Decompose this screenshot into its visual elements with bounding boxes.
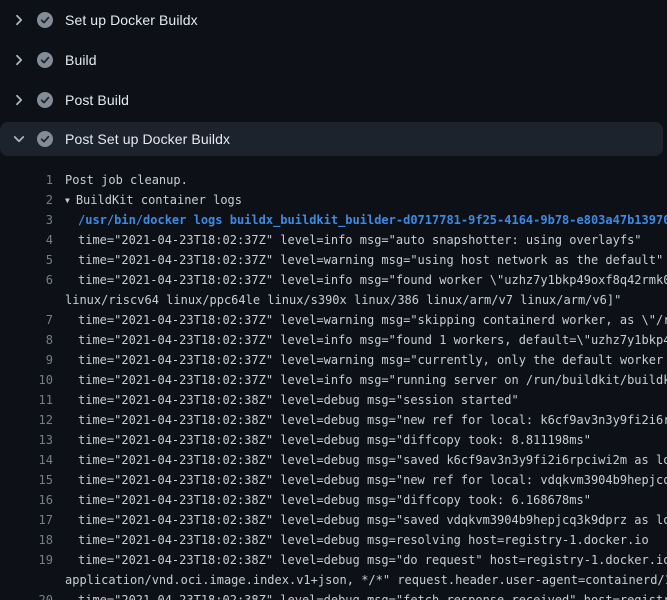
line-number[interactable]: 20 <box>0 590 53 600</box>
log-text: time="2021-04-23T18:02:38Z" level=debug … <box>53 390 519 410</box>
log-line: 12time="2021-04-23T18:02:38Z" level=debu… <box>0 410 667 430</box>
line-number[interactable]: 14 <box>0 450 53 470</box>
chevron-right-icon <box>11 52 27 68</box>
step-row-build[interactable]: Build <box>0 40 667 80</box>
log-line: 13time="2021-04-23T18:02:38Z" level=debu… <box>0 430 667 450</box>
step-label: Build <box>65 52 97 68</box>
log-text: time="2021-04-23T18:02:38Z" level=debug … <box>53 430 591 450</box>
step-row-post-build[interactable]: Post Build <box>0 80 667 120</box>
step-label: Set up Docker Buildx <box>65 12 198 28</box>
log-text: time="2021-04-23T18:02:37Z" level=warnin… <box>53 250 663 270</box>
log-group-toggle[interactable]: ▼BuildKit container logs <box>53 190 242 210</box>
log-text: time="2021-04-23T18:02:38Z" level=debug … <box>53 410 667 430</box>
line-number[interactable]: 11 <box>0 390 53 410</box>
log-line: 2▼BuildKit container logs <box>0 190 667 210</box>
line-number[interactable]: 8 <box>0 330 53 350</box>
log-text: time="2021-04-23T18:02:37Z" level=info m… <box>53 330 667 350</box>
log-line: 5time="2021-04-23T18:02:37Z" level=warni… <box>0 250 667 270</box>
log-text: time="2021-04-23T18:02:37Z" level=info m… <box>53 370 667 390</box>
log-line: 16time="2021-04-23T18:02:38Z" level=debu… <box>0 490 667 510</box>
log-area: 1Post job cleanup.2▼BuildKit container l… <box>0 156 667 600</box>
log-text: time="2021-04-23T18:02:37Z" level=info m… <box>53 270 667 290</box>
chevron-right-icon <box>11 12 27 28</box>
log-line: 15time="2021-04-23T18:02:38Z" level=debu… <box>0 470 667 490</box>
step-row-post-set-up-docker-buildx[interactable]: Post Set up Docker Buildx <box>0 122 663 156</box>
log-line: 19time="2021-04-23T18:02:38Z" level=debu… <box>0 550 667 570</box>
log-line: 6time="2021-04-23T18:02:37Z" level=info … <box>0 270 667 290</box>
step-label: Post Build <box>65 92 129 108</box>
line-number[interactable]: 12 <box>0 410 53 430</box>
log-text: time="2021-04-23T18:02:38Z" level=debug … <box>53 510 667 530</box>
line-number[interactable]: 3 <box>0 210 53 230</box>
log-command-text: /usr/bin/docker logs buildx_buildkit_bui… <box>53 210 667 230</box>
step-row-set-up-docker-buildx[interactable]: Set up Docker Buildx <box>0 0 667 40</box>
log-text: time="2021-04-23T18:02:37Z" level=warnin… <box>53 310 667 330</box>
log-text: time="2021-04-23T18:02:37Z" level=info m… <box>53 230 642 250</box>
chevron-right-icon <box>11 92 27 108</box>
log-text: time="2021-04-23T18:02:38Z" level=debug … <box>53 590 667 600</box>
check-circle-icon <box>37 131 53 147</box>
log-line: 7time="2021-04-23T18:02:37Z" level=warni… <box>0 310 667 330</box>
line-number <box>0 570 53 590</box>
line-number[interactable]: 17 <box>0 510 53 530</box>
step-label: Post Set up Docker Buildx <box>65 131 230 147</box>
check-circle-icon <box>37 92 53 108</box>
log-line: 20time="2021-04-23T18:02:38Z" level=debu… <box>0 590 667 600</box>
log-line: 1Post job cleanup. <box>0 170 667 190</box>
log-line: 3/usr/bin/docker logs buildx_buildkit_bu… <box>0 210 667 230</box>
steps-list: Set up Docker Buildx Build Post Build Po… <box>0 0 667 156</box>
line-number[interactable]: 18 <box>0 530 53 550</box>
line-number[interactable]: 6 <box>0 270 53 290</box>
log-line: 8time="2021-04-23T18:02:37Z" level=info … <box>0 330 667 350</box>
log-line: 10time="2021-04-23T18:02:37Z" level=info… <box>0 370 667 390</box>
line-number[interactable]: 19 <box>0 550 53 570</box>
line-number[interactable]: 16 <box>0 490 53 510</box>
log-line: 18time="2021-04-23T18:02:38Z" level=debu… <box>0 530 667 550</box>
log-text: linux/riscv64 linux/ppc64le linux/s390x … <box>53 290 621 310</box>
log-text: time="2021-04-23T18:02:38Z" level=debug … <box>53 490 591 510</box>
log-line: 14time="2021-04-23T18:02:38Z" level=debu… <box>0 450 667 470</box>
line-number[interactable]: 2 <box>0 190 53 210</box>
chevron-down-icon <box>11 131 27 147</box>
line-number[interactable]: 5 <box>0 250 53 270</box>
log-line: linux/riscv64 linux/ppc64le linux/s390x … <box>0 290 667 310</box>
log-line: 9time="2021-04-23T18:02:37Z" level=warni… <box>0 350 667 370</box>
line-number[interactable]: 9 <box>0 350 53 370</box>
log-text: time="2021-04-23T18:02:38Z" level=debug … <box>53 530 649 550</box>
log-text: time="2021-04-23T18:02:38Z" level=debug … <box>53 450 667 470</box>
log-line: 4time="2021-04-23T18:02:37Z" level=info … <box>0 230 667 250</box>
log-text: time="2021-04-23T18:02:37Z" level=warnin… <box>53 350 667 370</box>
line-number[interactable]: 15 <box>0 470 53 490</box>
log-line: 11time="2021-04-23T18:02:38Z" level=debu… <box>0 390 667 410</box>
log-line: 17time="2021-04-23T18:02:38Z" level=debu… <box>0 510 667 530</box>
line-number[interactable]: 4 <box>0 230 53 250</box>
log-text: Post job cleanup. <box>53 170 188 190</box>
log-text: time="2021-04-23T18:02:38Z" level=debug … <box>53 470 667 490</box>
check-circle-icon <box>37 52 53 68</box>
line-number[interactable]: 1 <box>0 170 53 190</box>
log-text: application/vnd.oci.image.index.v1+json,… <box>53 570 667 590</box>
line-number[interactable]: 7 <box>0 310 53 330</box>
collapse-caret-icon[interactable]: ▼ <box>65 191 70 210</box>
line-number[interactable]: 10 <box>0 370 53 390</box>
check-circle-icon <box>37 12 53 28</box>
log-line: application/vnd.oci.image.index.v1+json,… <box>0 570 667 590</box>
line-number <box>0 290 53 310</box>
log-text: time="2021-04-23T18:02:38Z" level=debug … <box>53 550 667 570</box>
line-number[interactable]: 13 <box>0 430 53 450</box>
